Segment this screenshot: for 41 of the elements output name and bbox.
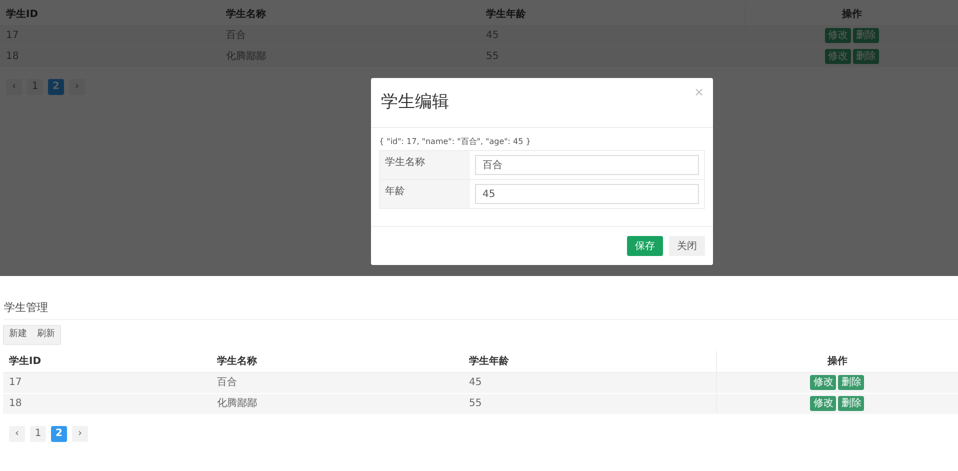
delete-button[interactable]: 删除 bbox=[838, 396, 864, 411]
page-button[interactable]: 1 bbox=[30, 426, 46, 442]
delete-button[interactable]: 删除 bbox=[852, 49, 879, 64]
column-header: 操作 bbox=[745, 4, 958, 25]
modal-title: 学生编辑 bbox=[381, 90, 449, 114]
page-button[interactable]: › bbox=[72, 426, 88, 442]
close-button[interactable]: 关闭 bbox=[669, 236, 705, 256]
refresh-button[interactable]: 刷新 bbox=[32, 326, 60, 344]
page-title: 学生管理 bbox=[3, 300, 958, 320]
table-cell: 百合 bbox=[211, 372, 463, 393]
page-button[interactable]: ‹ bbox=[6, 78, 22, 94]
table-cell: 化腾鄙鄙 bbox=[211, 393, 463, 414]
edit-button[interactable]: 修改 bbox=[810, 375, 836, 390]
new-button[interactable]: 新建 bbox=[4, 326, 32, 344]
close-button[interactable]: × bbox=[694, 86, 704, 98]
delete-button[interactable]: 删除 bbox=[838, 375, 864, 390]
input-field[interactable]: 百合 bbox=[474, 155, 699, 175]
edit-button[interactable]: 修改 bbox=[824, 49, 851, 64]
table-cell: 45 bbox=[463, 372, 716, 393]
table-cell: 18 bbox=[3, 393, 211, 414]
column-header: 操作 bbox=[716, 351, 958, 372]
table-cell: 17 bbox=[3, 372, 211, 393]
page-button[interactable]: 2 bbox=[51, 426, 67, 442]
column-header: 学生名称 bbox=[211, 351, 463, 372]
field-label: 学生名称 bbox=[380, 150, 470, 180]
edit-button[interactable]: 修改 bbox=[824, 28, 851, 43]
column-header: 学生年龄 bbox=[480, 4, 745, 25]
column-header: 学生ID bbox=[3, 351, 211, 372]
page-button[interactable]: 2 bbox=[48, 78, 64, 94]
page-button[interactable]: ‹ bbox=[9, 426, 25, 442]
table-cell: 55 bbox=[463, 393, 716, 414]
column-header: 学生年龄 bbox=[463, 351, 716, 372]
input-field[interactable]: 45 bbox=[474, 184, 699, 204]
delete-button[interactable]: 删除 bbox=[852, 28, 879, 43]
column-header: 学生ID bbox=[0, 4, 220, 25]
column-header: 学生名称 bbox=[220, 4, 480, 25]
save-button[interactable]: 保存 bbox=[627, 236, 663, 256]
json-text: { "id": 17, "name": "百合", "age": 45 } bbox=[379, 136, 532, 148]
edit-button[interactable]: 修改 bbox=[810, 396, 836, 411]
page-button[interactable]: › bbox=[69, 78, 85, 94]
field-label: 年龄 bbox=[380, 180, 470, 208]
